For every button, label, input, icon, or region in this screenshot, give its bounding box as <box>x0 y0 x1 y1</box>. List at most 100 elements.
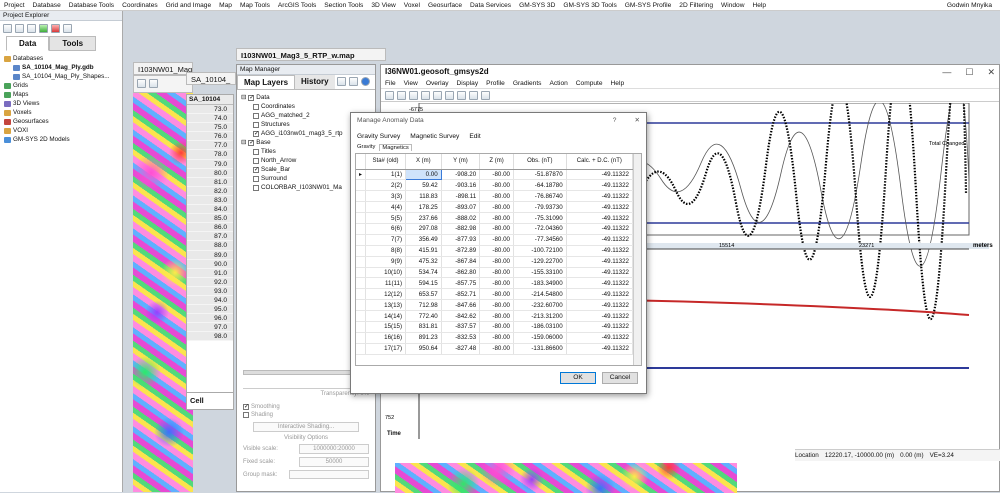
value-cell[interactable]: 76.0 <box>187 132 233 142</box>
tree-item[interactable]: Voxels <box>4 108 118 117</box>
table-cell[interactable]: -847.66 <box>441 299 481 312</box>
zoom-out-icon[interactable] <box>469 91 478 100</box>
debug-icon[interactable] <box>51 24 60 33</box>
layer-item[interactable]: Coordinates <box>253 102 371 111</box>
table-cell[interactable]: 9(9) <box>365 256 407 268</box>
value-cell[interactable]: 91.0 <box>187 268 233 278</box>
table-cell[interactable]: -213.31200 <box>513 310 567 322</box>
menu-item-data-services[interactable]: Data Services <box>466 2 515 9</box>
value-cell[interactable]: 93.0 <box>187 286 233 296</box>
layer-checkbox[interactable]: ✓ <box>253 166 259 173</box>
table-cell[interactable]: -49.11322 <box>566 201 633 214</box>
table-cell[interactable]: -214.54800 <box>513 288 567 301</box>
table-row[interactable]: 16(16) 891.23 -832.53 -80.00 -159.06000 -49.1… <box>356 332 633 344</box>
table-cell[interactable]: -80.00 <box>479 212 514 224</box>
value-cell[interactable]: 74.0 <box>187 114 233 124</box>
table-cell[interactable]: -882.98 <box>441 223 481 235</box>
tree-item[interactable]: Grids <box>4 81 118 90</box>
table-cell[interactable]: -80.00 <box>479 267 514 279</box>
globe-icon[interactable] <box>360 77 370 86</box>
map-window-title[interactable]: I103NW01_Mag3_5_RTP_w.map <box>236 48 386 61</box>
tab-gravity-survey[interactable]: Gravity Survey <box>357 133 400 140</box>
table-cell[interactable]: -898.11 <box>441 190 481 203</box>
table-cell[interactable]: -832.53 <box>441 332 481 344</box>
gmsys-menu-gradients[interactable]: Gradients <box>509 80 546 87</box>
gmsys-menu-overlay[interactable]: Overlay <box>422 80 453 87</box>
table-row[interactable]: 2(2) 59.42 -903.16 -80.00 -64.18780 -49.11322 <box>356 179 633 192</box>
table-cell[interactable]: -186.03100 <box>513 321 567 333</box>
table-row[interactable]: 4(4) 178.25 -893.07 -80.00 -79.93730 -49.1132… <box>356 201 633 214</box>
column-header[interactable]: Obs. (nT) <box>513 154 567 170</box>
table-cell[interactable]: -232.60700 <box>513 299 567 312</box>
group-mask-field[interactable] <box>289 470 369 479</box>
table-cell[interactable]: -131.86600 <box>513 343 567 355</box>
fit-icon[interactable] <box>481 91 490 100</box>
close-icon[interactable]: ✕ <box>987 67 995 78</box>
menu-item-3d-view[interactable]: 3D View <box>367 2 399 9</box>
tree-item[interactable]: GM-SYS 2D Models <box>4 135 118 144</box>
table-row[interactable]: 8(8) 415.91 -872.89 -80.00 -100.72100 -49.113… <box>356 245 633 257</box>
table-cell[interactable]: -77.34560 <box>513 234 567 246</box>
tree-item[interactable]: SA_10104_Mag_Ply_Shapes... <box>4 72 118 81</box>
table-cell[interactable]: -49.11322 <box>566 310 633 322</box>
value-cell[interactable]: 96.0 <box>187 314 233 324</box>
table-cell[interactable]: -80.00 <box>479 288 514 301</box>
column-header[interactable]: Y (m) <box>441 154 481 170</box>
table-cell[interactable]: 118.83 <box>405 190 442 203</box>
hand-icon[interactable] <box>445 91 454 100</box>
table-row[interactable]: 5(5) 237.66 -888.02 -80.00 -75.31090 -49.1132… <box>356 212 633 224</box>
menu-item-2d-filtering[interactable]: 2D Filtering <box>675 2 717 9</box>
table-cell[interactable]: -183.34900 <box>513 277 567 290</box>
menu-item-project[interactable]: Project <box>0 2 29 9</box>
tab-history[interactable]: History <box>295 75 335 89</box>
shading-checkbox[interactable] <box>243 412 249 418</box>
gmsys-menu-action[interactable]: Action <box>545 80 571 87</box>
minimize-icon[interactable]: — <box>942 67 951 78</box>
layer-checkbox[interactable]: ✓ <box>253 130 259 137</box>
layer-checkbox[interactable] <box>253 112 259 119</box>
tab-edit[interactable]: Edit <box>469 133 480 140</box>
table-cell[interactable]: -129.22700 <box>513 256 567 268</box>
table-cell[interactable]: -49.11322 <box>566 256 633 268</box>
menu-item-help[interactable]: Help <box>748 2 770 9</box>
table-row[interactable]: 12(12) 653.57 -852.71 -80.00 -214.54800 -49.1… <box>356 288 633 301</box>
tree-item[interactable]: VOXI <box>4 126 118 135</box>
menu-item-database-tools[interactable]: Database Tools <box>65 2 118 9</box>
open-icon[interactable] <box>3 24 12 33</box>
table-cell[interactable]: -49.11322 <box>566 212 633 224</box>
dialog-close-icon[interactable]: ✕ <box>634 116 640 124</box>
menu-item-voxel[interactable]: Voxel <box>400 2 424 9</box>
table-cell[interactable]: 594.15 <box>405 277 442 290</box>
data-group-checkbox[interactable]: ✓ <box>248 94 254 101</box>
table-cell[interactable]: 8(8) <box>365 245 407 257</box>
table-cell[interactable]: -842.62 <box>441 310 481 322</box>
table-cell[interactable]: -49.11322 <box>566 179 633 192</box>
table-row[interactable]: 15(15) 831.81 -837.57 -80.00 -186.03100 -49.1… <box>356 321 633 333</box>
tree-item[interactable]: Geosurfaces <box>4 117 118 126</box>
table-row[interactable]: 3(3) 118.83 -898.11 -80.00 -76.86740 -49.1132… <box>356 190 633 203</box>
print-icon[interactable] <box>397 91 406 100</box>
zoom-in-icon[interactable] <box>457 91 466 100</box>
menu-item-map-tools[interactable]: Map Tools <box>236 2 274 9</box>
tab-tools[interactable]: Tools <box>49 36 97 51</box>
menu-item-map[interactable]: Map <box>215 2 236 9</box>
table-row[interactable]: 13(13) 712.98 -847.66 -80.00 -232.60700 -49.1… <box>356 299 633 312</box>
table-cell[interactable]: -827.48 <box>441 343 481 355</box>
table-cell[interactable]: 15(15) <box>365 321 407 333</box>
gmsys-menu-view[interactable]: View <box>400 80 422 87</box>
table-cell[interactable]: 831.81 <box>405 321 442 333</box>
layer-checkbox[interactable] <box>253 121 259 128</box>
table-cell[interactable]: -49.11322 <box>566 299 633 312</box>
value-cell[interactable]: 86.0 <box>187 223 233 233</box>
value-cell[interactable]: 73.0 <box>187 105 233 115</box>
table-cell[interactable]: 17(17) <box>365 343 407 355</box>
table-cell[interactable]: -837.57 <box>441 321 481 333</box>
table-cell[interactable]: -49.11322 <box>566 277 633 290</box>
table-cell[interactable]: 237.66 <box>405 212 442 224</box>
table-cell[interactable]: -893.07 <box>441 201 481 214</box>
table-cell[interactable]: 178.25 <box>405 201 442 214</box>
table-scrollbar[interactable] <box>633 154 641 365</box>
fixed-scale-field[interactable]: 50000 <box>299 457 369 467</box>
tree-item[interactable]: SA_10104_Mag_Ply.gdb <box>4 63 118 72</box>
menu-item-window[interactable]: Window <box>717 2 748 9</box>
